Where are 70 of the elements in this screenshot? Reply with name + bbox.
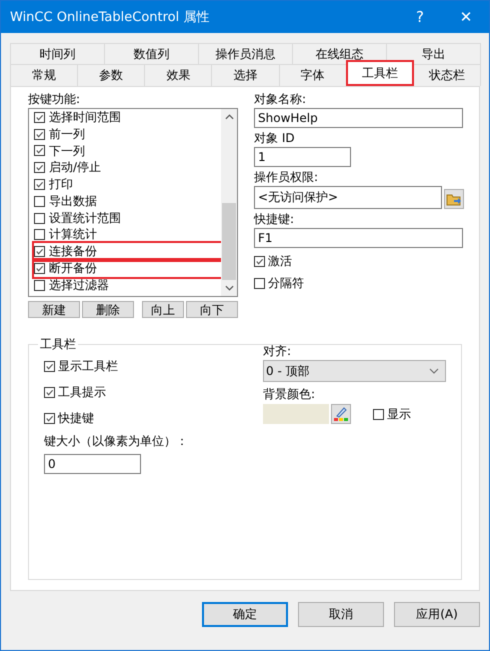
size-field[interactable]: 0 — [44, 454, 141, 474]
field-label: 键大小（以像素为单位）： — [44, 433, 189, 450]
field-label: 对象 ID — [254, 130, 296, 147]
tab[interactable]: 时间列 — [10, 43, 105, 64]
checkbox[interactable] — [34, 212, 45, 224]
check-icon — [255, 256, 264, 266]
field-label: 对象名称: — [254, 91, 308, 108]
pen-palette-icon — [333, 406, 349, 422]
list-button[interactable]: 向上 — [142, 301, 184, 318]
list-item[interactable]: 断开备份 — [34, 260, 221, 277]
list-button[interactable]: 删除 — [82, 301, 134, 318]
color-swatch — [263, 404, 329, 424]
list-item[interactable]: 选择时间范围 — [34, 109, 221, 126]
dialog-button[interactable]: 应用(A) — [394, 602, 480, 627]
list-item[interactable]: 打印 — [34, 176, 221, 193]
tab[interactable]: 工具栏 — [346, 60, 414, 86]
window-title: WinCC OnlineTableControl 属性 — [10, 9, 210, 26]
field-label: 背景颜色: — [263, 386, 316, 403]
checkbox[interactable] — [34, 280, 45, 291]
checkbox[interactable] — [34, 246, 45, 258]
list-button[interactable]: 新建 — [28, 301, 80, 318]
check-icon — [45, 362, 54, 370]
hotkey-field[interactable]: F1 — [254, 228, 463, 248]
checkbox[interactable] — [34, 112, 45, 123]
checkbox[interactable] — [34, 162, 45, 174]
list-item[interactable]: 计算统计 — [34, 226, 221, 244]
field-label: 按键功能: — [28, 91, 82, 108]
tab[interactable]: 导出 — [386, 43, 481, 64]
name-field[interactable]: ShowHelp — [254, 108, 463, 128]
list-item[interactable]: 设置统计范围 — [34, 210, 221, 227]
check-icon — [45, 388, 54, 396]
list-button[interactable]: 向下 — [186, 301, 238, 318]
field-label: 对齐: — [263, 343, 292, 360]
group-title: 工具栏 — [39, 336, 77, 353]
scroll-down-icon[interactable] — [224, 285, 234, 291]
list-item[interactable]: 导出数据 — [34, 192, 221, 210]
dialog-button[interactable]: 确定 — [202, 602, 288, 627]
checkbox[interactable]: 显示 — [373, 403, 411, 425]
scrollbar[interactable] — [221, 109, 237, 296]
checkbox[interactable] — [34, 128, 45, 140]
list-item[interactable]: 启动/停止 — [34, 159, 221, 176]
browse-button[interactable] — [444, 188, 464, 208]
checkbox[interactable] — [34, 145, 45, 156]
align-dropdown[interactable]: 0 - 顶部 — [263, 360, 446, 382]
list-item[interactable]: 下一列 — [34, 142, 221, 160]
list-item[interactable]: 连接备份 — [34, 243, 221, 260]
check-icon — [45, 414, 54, 422]
checkbox[interactable]: 显示工具栏 — [44, 355, 249, 377]
checkbox[interactable] — [34, 229, 45, 240]
dialog-button[interactable]: 取消 — [298, 602, 384, 627]
list-item[interactable]: 选择过滤器 — [34, 276, 221, 294]
tab[interactable]: 状态栏 — [412, 64, 481, 86]
id-field[interactable]: 1 — [254, 147, 351, 167]
help-button[interactable]: ? — [397, 1, 443, 33]
checkbox[interactable]: 分隔符 — [254, 272, 464, 294]
checkbox[interactable] — [34, 263, 45, 274]
authorization-field[interactable]: <无访问保护> — [254, 186, 442, 209]
chevron-down-icon — [429, 368, 439, 374]
tab[interactable]: 常规 — [10, 64, 78, 86]
field-label: 快捷键: — [254, 211, 296, 228]
scroll-up-icon[interactable] — [224, 114, 234, 120]
checkbox[interactable] — [34, 179, 45, 190]
checkbox[interactable]: 快捷键 — [44, 407, 249, 429]
checkbox[interactable]: 工具提示 — [44, 381, 249, 403]
field-label: 操作员权限: — [254, 169, 320, 186]
checkbox[interactable]: 激活 — [254, 250, 464, 272]
list-item[interactable]: 前一列 — [34, 126, 221, 143]
checkbox[interactable] — [34, 196, 45, 207]
color-picker-button[interactable] — [331, 404, 351, 424]
close-button[interactable]: ✕ — [443, 1, 489, 33]
